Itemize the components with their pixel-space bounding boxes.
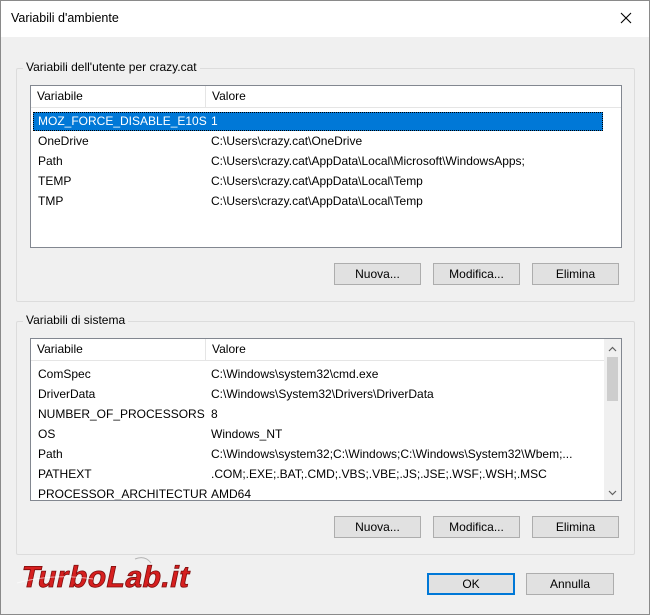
user-variables-list[interactable]: Variabile Valore MOZ_FORCE_DISABLE_E10S …: [30, 85, 622, 248]
user-edit-button[interactable]: Modifica...: [433, 263, 520, 285]
variable-name: Path: [38, 447, 63, 461]
variable-value: C:\Windows\system32;C:\Windows;C:\Window…: [211, 447, 573, 461]
table-row[interactable]: PATHEXT .COM;.EXE;.BAT;.CMD;.VBS;.VBE;.J…: [33, 465, 593, 484]
table-row[interactable]: TEMP C:\Users\crazy.cat\AppData\Local\Te…: [33, 172, 603, 191]
vertical-scrollbar[interactable]: [604, 339, 621, 500]
table-row[interactable]: TMP C:\Users\crazy.cat\AppData\Local\Tem…: [33, 192, 603, 211]
variable-name: Path: [38, 154, 63, 168]
system-edit-button[interactable]: Modifica...: [433, 516, 520, 538]
table-row[interactable]: PROCESSOR_ARCHITECTURE AMD64: [33, 485, 593, 501]
variable-value: 8: [211, 407, 218, 421]
variable-name: NUMBER_OF_PROCESSORS: [38, 407, 205, 421]
table-row[interactable]: DriverData C:\Windows\System32\Drivers\D…: [33, 385, 593, 404]
variable-name: TEMP: [38, 174, 72, 188]
scroll-up-button[interactable]: [604, 339, 621, 356]
user-delete-button[interactable]: Elimina: [532, 263, 619, 285]
variable-value: 1: [211, 114, 218, 128]
system-variables-list[interactable]: Variabile Valore ComSpec C:\Windows\syst…: [30, 338, 622, 501]
window-title: Variabili d'ambiente: [11, 11, 119, 25]
column-header-value[interactable]: Valore: [206, 339, 506, 360]
table-row[interactable]: Path C:\Windows\system32;C:\Windows;C:\W…: [33, 445, 593, 464]
scrollbar-thumb[interactable]: [607, 357, 618, 401]
variable-name: OneDrive: [38, 134, 89, 148]
close-button[interactable]: [611, 7, 641, 31]
table-row[interactable]: OS Windows_NT: [33, 425, 593, 444]
close-icon: [620, 12, 632, 27]
variable-value: .COM;.EXE;.BAT;.CMD;.VBS;.VBE;.JS;.JSE;.…: [211, 467, 547, 481]
variable-value: C:\Users\crazy.cat\AppData\Local\Temp: [211, 174, 423, 188]
variable-value: AMD64: [211, 487, 252, 501]
variable-name: TMP: [38, 194, 64, 208]
list-header: Variabile Valore: [31, 339, 604, 361]
variable-value: C:\Windows\system32\cmd.exe: [211, 367, 379, 381]
table-row[interactable]: Path C:\Users\crazy.cat\AppData\Local\Mi…: [33, 152, 603, 171]
table-row[interactable]: NUMBER_OF_PROCESSORS 8: [33, 405, 593, 424]
table-row[interactable]: ComSpec C:\Windows\system32\cmd.exe: [33, 365, 593, 384]
system-new-button[interactable]: Nuova...: [334, 516, 421, 538]
system-delete-button[interactable]: Elimina: [532, 516, 619, 538]
chevron-up-icon: [608, 341, 617, 355]
title-bar: Variabili d'ambiente: [1, 1, 649, 37]
variable-value: C:\Users\crazy.cat\AppData\Local\Microso…: [211, 154, 525, 168]
table-row[interactable]: MOZ_FORCE_DISABLE_E10S 1: [33, 112, 603, 131]
chevron-down-icon: [608, 485, 617, 499]
user-new-button[interactable]: Nuova...: [334, 263, 421, 285]
variable-value: C:\Windows\System32\Drivers\DriverData: [211, 387, 434, 401]
column-header-variable[interactable]: Variabile: [31, 339, 206, 360]
variable-name: PROCESSOR_ARCHITECTURE: [38, 487, 208, 501]
variable-value: C:\Users\crazy.cat\AppData\Local\Temp: [211, 194, 423, 208]
variable-name: ComSpec: [38, 367, 91, 381]
ok-button[interactable]: OK: [427, 573, 515, 595]
system-variables-group: Variabili di sistema Variabile Valore Co…: [16, 313, 635, 555]
variable-value: Windows_NT: [211, 427, 283, 441]
environment-variables-dialog: Variabili d'ambiente Variabili dell'uten…: [0, 0, 650, 615]
variable-name: MOZ_FORCE_DISABLE_E10S: [38, 114, 207, 128]
user-variables-group: Variabili dell'utente per crazy.cat Vari…: [16, 60, 635, 302]
scroll-down-button[interactable]: [604, 483, 621, 500]
variable-name: OS: [38, 427, 56, 441]
turbolab-watermark-logo: TurboLab.it: [13, 553, 243, 599]
cancel-button[interactable]: Annulla: [526, 573, 614, 595]
variable-name: PATHEXT: [38, 467, 92, 481]
variable-value: C:\Users\crazy.cat\OneDrive: [211, 134, 363, 148]
table-row[interactable]: OneDrive C:\Users\crazy.cat\OneDrive: [33, 132, 603, 151]
column-header-variable[interactable]: Variabile: [31, 86, 206, 107]
system-variables-label: Variabili di sistema: [23, 313, 129, 327]
variable-name: DriverData: [38, 387, 96, 401]
column-header-value[interactable]: Valore: [206, 86, 506, 107]
list-header: Variabile Valore: [31, 86, 621, 108]
user-variables-label: Variabili dell'utente per crazy.cat: [23, 60, 200, 74]
